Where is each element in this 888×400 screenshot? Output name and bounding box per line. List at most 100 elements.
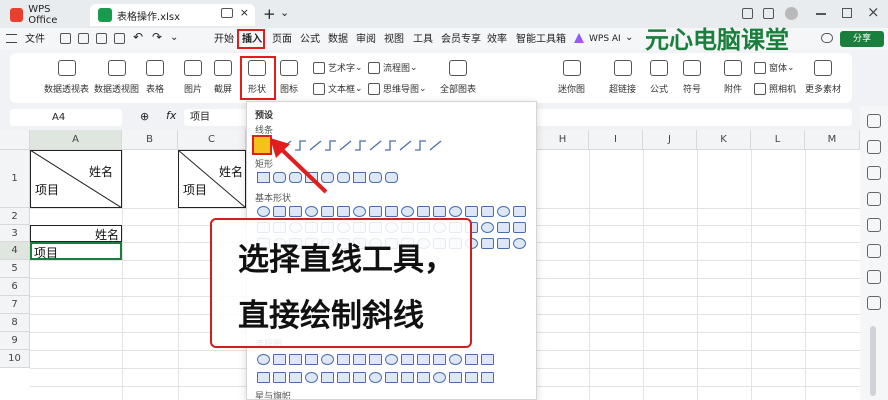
quick-access-dropdown-icon[interactable]: ⌄ [170, 32, 178, 43]
pivot-table-button[interactable]: 数据透视表 [44, 60, 89, 95]
pivot-chart-button[interactable]: 数据透视图 [94, 60, 139, 95]
save-icon[interactable] [60, 33, 71, 44]
flowchart-shape-option[interactable] [401, 354, 414, 365]
column-header-a[interactable]: A [30, 130, 122, 150]
mindmap-button[interactable]: 思维导图 ⌄ [368, 82, 427, 95]
form-button[interactable]: 窗体 ⌄ [754, 61, 795, 74]
hamburger-icon[interactable] [6, 34, 17, 43]
basic-shape-option[interactable] [273, 206, 286, 217]
line-shape-option[interactable] [384, 140, 397, 151]
basic-shape-option[interactable] [513, 222, 526, 233]
flowchart-shape-option[interactable] [449, 372, 462, 383]
avatar[interactable] [785, 7, 798, 20]
line-shape-option[interactable] [429, 140, 442, 151]
undo-icon[interactable]: ↶ [133, 30, 143, 44]
line-shape-option[interactable] [399, 140, 412, 151]
flowchart-shape-option[interactable] [273, 354, 286, 365]
redo-icon[interactable]: ↷ [152, 30, 162, 44]
line-shape-option[interactable] [414, 140, 427, 151]
layout-icon[interactable] [742, 8, 753, 19]
maximize-icon[interactable] [842, 8, 852, 18]
basic-shape-option[interactable] [497, 206, 510, 217]
flowchart-shape-option[interactable] [257, 372, 270, 383]
flowchart-shape-option[interactable] [481, 354, 494, 365]
minimize-icon[interactable] [816, 13, 826, 15]
column-header-i[interactable]: I [589, 130, 643, 150]
flowchart-shape-option[interactable] [385, 354, 398, 365]
wordart-button[interactable]: 艺术字 ⌄ [313, 61, 363, 74]
column-header-j[interactable]: J [643, 130, 697, 150]
flowchart-shape-option[interactable] [369, 354, 382, 365]
basic-shape-option[interactable] [337, 206, 350, 217]
formula-button[interactable]: 公式 [650, 60, 668, 95]
symbol-button[interactable]: 符号 [683, 60, 701, 95]
rectangle-shape-option[interactable] [385, 172, 398, 183]
basic-shape-option[interactable] [369, 206, 382, 217]
sparkline-button[interactable]: 迷你图 [558, 60, 585, 95]
basic-shape-option[interactable] [433, 206, 446, 217]
flowchart-shape-option[interactable] [417, 372, 430, 383]
cell-a3[interactable]: 姓名 [30, 225, 122, 242]
all-charts-button[interactable]: 全部图表 [440, 60, 476, 95]
menu-tab-page[interactable]: 页面 [270, 31, 294, 48]
line-shape-option[interactable] [369, 140, 382, 151]
basic-shape-option[interactable] [305, 206, 318, 217]
row-header-9[interactable]: 9 [0, 332, 30, 350]
cloud-icon[interactable] [821, 33, 833, 43]
row-header-5[interactable]: 5 [0, 260, 30, 278]
column-header-b[interactable]: B [122, 130, 178, 150]
sidebar-settings-icon[interactable] [867, 244, 881, 258]
menu-tab-review[interactable]: 审阅 [354, 31, 378, 48]
basic-shape-option[interactable] [481, 222, 494, 233]
close-tab-icon[interactable]: × [240, 6, 249, 19]
cell-a4-selected[interactable]: 项目 [30, 242, 122, 260]
menu-file[interactable]: 文件 [23, 31, 47, 48]
flowchart-shape-option[interactable] [321, 354, 334, 365]
grid-icon[interactable] [763, 8, 774, 19]
column-header-k[interactable]: K [697, 130, 751, 150]
menu-tab-smart-toolbox[interactable]: 智能工具箱 [514, 31, 568, 48]
tab-list-dropdown-icon[interactable]: ⌄ [280, 6, 289, 19]
basic-shape-option[interactable] [417, 206, 430, 217]
cell-a1-diagonal[interactable]: 姓名 项目 [30, 150, 122, 208]
flowchart-shape-option[interactable] [305, 354, 318, 365]
basic-shape-option[interactable] [497, 238, 510, 249]
flowchart-shape-option[interactable] [289, 372, 302, 383]
basic-shape-option[interactable] [465, 206, 478, 217]
menu-wps-ai[interactable]: WPS AI [587, 31, 623, 48]
menu-more-icon[interactable]: ⌄ [625, 32, 633, 43]
menu-tab-tools[interactable]: 工具 [411, 31, 435, 48]
flowchart-shape-option[interactable] [481, 372, 494, 383]
basic-shape-option[interactable] [353, 206, 366, 217]
sidebar-more-icon[interactable] [867, 296, 881, 310]
menu-tab-member[interactable]: 会员专享 [439, 31, 483, 48]
flowchart-shape-option[interactable] [433, 372, 446, 383]
share-button[interactable]: 分享 [840, 31, 884, 47]
flowchart-shape-option[interactable] [289, 354, 302, 365]
flowchart-shape-option[interactable] [353, 354, 366, 365]
monitor-icon[interactable] [221, 8, 233, 18]
row-header-6[interactable]: 6 [0, 278, 30, 296]
vertical-scrollbar[interactable] [870, 326, 876, 396]
flowchart-shape-option[interactable] [433, 354, 446, 365]
column-header-h[interactable]: H [537, 130, 589, 150]
basic-shape-option[interactable] [385, 206, 398, 217]
textbox-button[interactable]: 文本框 ⌄ [313, 82, 363, 95]
flowchart-shape-option[interactable] [449, 354, 462, 365]
column-header-m[interactable]: M [805, 130, 860, 150]
menu-tab-home[interactable]: 开始 [212, 31, 236, 48]
fx-icon[interactable]: fx [166, 109, 176, 122]
row-header-2[interactable]: 2 [0, 208, 30, 225]
row-header-8[interactable]: 8 [0, 314, 30, 332]
row-header-3[interactable]: 3 [0, 225, 30, 242]
flowchart-button[interactable]: 流程图 ⌄ [368, 61, 418, 74]
rectangle-shape-option[interactable] [353, 172, 366, 183]
basic-shape-option[interactable] [257, 206, 270, 217]
export-icon[interactable] [78, 33, 89, 44]
menu-tab-data[interactable]: 数据 [326, 31, 350, 48]
column-header-l[interactable]: L [751, 130, 805, 150]
hyperlink-button[interactable]: 超链接 [609, 60, 636, 95]
flowchart-shape-option[interactable] [321, 372, 334, 383]
sidebar-shape-icon[interactable] [867, 218, 881, 232]
preview-icon[interactable] [114, 33, 125, 44]
